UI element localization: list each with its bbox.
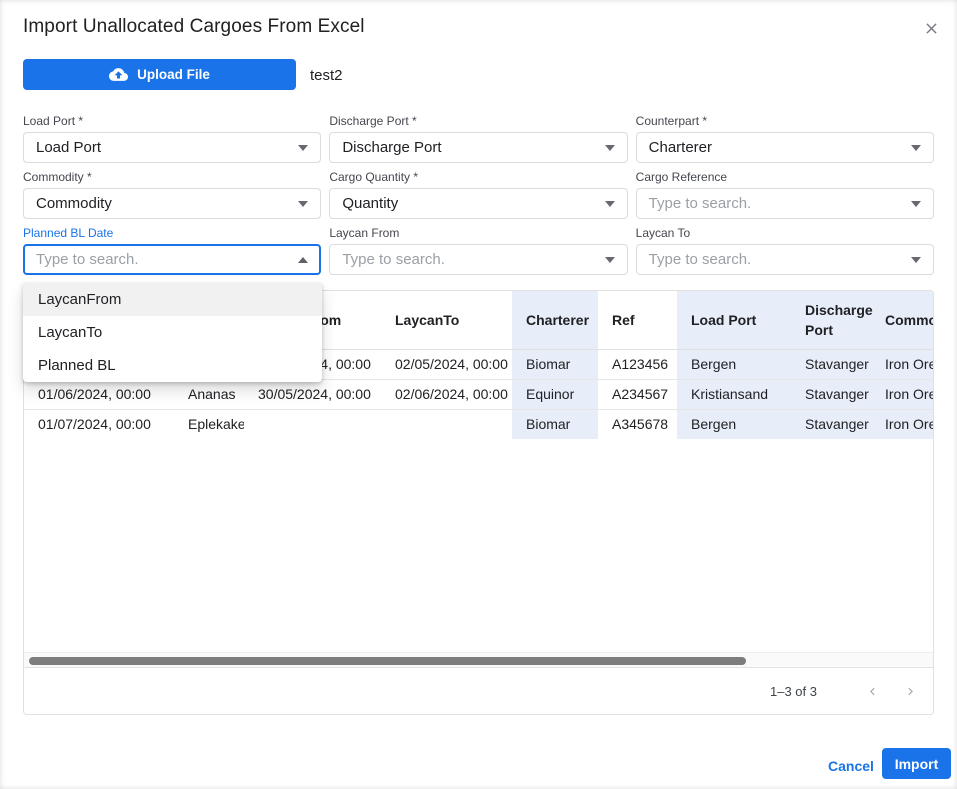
upload-file-button[interactable]: Upload File	[23, 59, 296, 90]
planned-bl-date-select[interactable]: Type to search.	[23, 244, 321, 275]
dropdown-option-planned-bl[interactable]: Planned BL	[23, 349, 322, 382]
commodity-label: Commodity *	[23, 170, 321, 185]
cloud-upload-icon	[109, 65, 128, 84]
column-header-laycanto[interactable]: LaycanTo	[381, 291, 512, 349]
cargo-quantity-select[interactable]: Quantity	[329, 188, 627, 219]
chevron-down-icon	[911, 201, 921, 212]
field-laycan-from: Laycan From Type to search.	[329, 226, 627, 275]
import-button[interactable]: Import	[882, 748, 951, 779]
chevron-right-icon	[903, 684, 918, 699]
dropdown-option-laycanfrom[interactable]: LaycanFrom	[23, 283, 322, 316]
cancel-button[interactable]: Cancel	[818, 750, 884, 782]
dropdown-option-laycanto[interactable]: LaycanTo	[23, 316, 322, 349]
chevron-up-icon	[298, 252, 308, 263]
cargo-reference-label: Cargo Reference	[636, 170, 934, 185]
chevron-down-icon	[605, 257, 615, 268]
field-planned-bl-date: Planned BL Date Type to search.	[23, 226, 321, 275]
laycan-to-select[interactable]: Type to search.	[636, 244, 934, 275]
field-laycan-to: Laycan To Type to search.	[636, 226, 934, 275]
column-header-ref[interactable]: Ref	[598, 291, 677, 349]
chevron-down-icon	[605, 201, 615, 212]
close-button[interactable]	[917, 14, 945, 42]
chevron-down-icon	[911, 145, 921, 156]
planned-bl-date-label: Planned BL Date	[23, 226, 321, 241]
import-cargoes-dialog: Import Unallocated Cargoes From Excel Up…	[0, 0, 957, 789]
horizontal-scrollbar-track[interactable]	[24, 652, 933, 668]
cargo-quantity-label: Cargo Quantity *	[329, 170, 627, 185]
previous-page-button[interactable]	[859, 678, 885, 704]
field-commodity: Commodity * Commodity	[23, 170, 321, 219]
field-cargo-quantity: Cargo Quantity * Quantity	[329, 170, 627, 219]
field-counterpart: Counterpart * Charterer	[636, 114, 934, 163]
pagination-range-label: 1–3 of 3	[770, 684, 817, 699]
cargo-reference-select[interactable]: Type to search.	[636, 188, 934, 219]
load-port-select[interactable]: Load Port	[23, 132, 321, 163]
counterpart-label: Counterpart *	[636, 114, 934, 129]
planned-bl-date-dropdown-menu: LaycanFrom LaycanTo Planned BL	[23, 283, 322, 382]
column-header-load-port[interactable]: Load Port	[677, 291, 791, 349]
commodity-select[interactable]: Commodity	[23, 188, 321, 219]
table-row[interactable]: 01/07/2024, 00:00 Eplekake Biomar A34567…	[24, 409, 933, 439]
chevron-down-icon	[298, 201, 308, 212]
laycan-from-label: Laycan From	[329, 226, 627, 241]
dialog-title: Import Unallocated Cargoes From Excel	[23, 16, 365, 38]
field-cargo-reference: Cargo Reference Type to search.	[636, 170, 934, 219]
next-page-button[interactable]	[897, 678, 923, 704]
cargo-form: Load Port * Load Port Discharge Port * D…	[23, 114, 934, 282]
table-row[interactable]: 01/06/2024, 00:00 Ananas 30/05/2024, 00:…	[24, 379, 933, 409]
laycan-from-select[interactable]: Type to search.	[329, 244, 627, 275]
load-port-label: Load Port *	[23, 114, 321, 129]
table-pagination: 1–3 of 3	[24, 668, 933, 714]
chevron-down-icon	[298, 145, 308, 156]
close-icon	[923, 20, 940, 37]
discharge-port-label: Discharge Port *	[329, 114, 627, 129]
laycan-to-label: Laycan To	[636, 226, 934, 241]
uploaded-filename: test2	[310, 67, 343, 84]
chevron-left-icon	[865, 684, 880, 699]
column-header-commodity[interactable]: Commodity	[871, 291, 933, 349]
column-header-discharge-port[interactable]: Discharge Port	[791, 291, 871, 349]
horizontal-scrollbar-thumb[interactable]	[29, 657, 746, 665]
discharge-port-select[interactable]: Discharge Port	[329, 132, 627, 163]
chevron-down-icon	[605, 145, 615, 156]
field-discharge-port: Discharge Port * Discharge Port	[329, 114, 627, 163]
field-load-port: Load Port * Load Port	[23, 114, 321, 163]
column-header-charterer[interactable]: Charterer	[512, 291, 598, 349]
chevron-down-icon	[911, 257, 921, 268]
table-empty-area	[24, 439, 933, 652]
counterpart-select[interactable]: Charterer	[636, 132, 934, 163]
upload-file-label: Upload File	[137, 67, 210, 82]
